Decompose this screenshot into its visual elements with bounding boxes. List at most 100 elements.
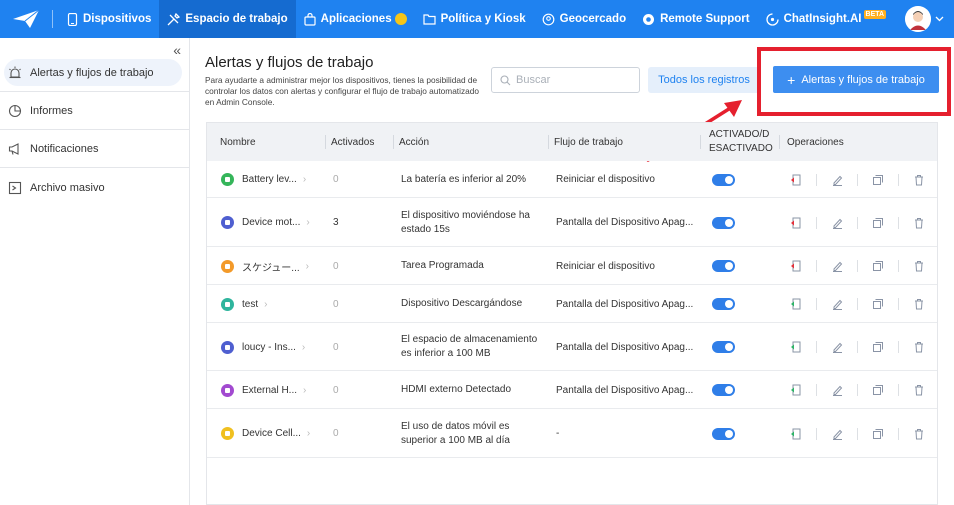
all-logs-button[interactable]: Todos los registros bbox=[648, 67, 760, 93]
column-divider bbox=[548, 135, 549, 149]
table-row: External H... › 0 HDMI externo Detectado… bbox=[207, 371, 937, 409]
nav-item-dispositivos[interactable]: Dispositivos bbox=[59, 0, 159, 38]
delete-icon[interactable] bbox=[912, 427, 926, 441]
nav-item-chatinsight[interactable]: ChatInsight.AI BETA bbox=[758, 0, 895, 38]
logo-icon[interactable] bbox=[0, 0, 52, 38]
chevron-down-icon[interactable] bbox=[935, 16, 944, 22]
search-box[interactable] bbox=[491, 67, 640, 93]
status-toggle[interactable] bbox=[712, 427, 735, 440]
row-activated-count: 0 bbox=[333, 384, 339, 396]
chevron-right-icon: › bbox=[306, 428, 311, 439]
sidebar-item-archivo-masivo[interactable]: Archivo masivo bbox=[4, 174, 182, 201]
row-operations bbox=[789, 198, 926, 247]
sidebar-item-label: Alertas y flujos de trabajo bbox=[30, 66, 154, 79]
alert-log-icon[interactable] bbox=[789, 297, 803, 311]
alert-log-icon[interactable] bbox=[789, 216, 803, 230]
edit-icon[interactable] bbox=[830, 427, 844, 441]
chevron-right-icon: › bbox=[306, 217, 310, 228]
alert-log-icon[interactable] bbox=[789, 427, 803, 441]
search-input[interactable] bbox=[516, 74, 634, 86]
nav-item-politica-kiosk[interactable]: Política y Kiosk bbox=[415, 0, 534, 38]
row-activated-count: 0 bbox=[333, 428, 339, 439]
avatar[interactable] bbox=[905, 6, 931, 32]
row-name-cell[interactable]: loucy - Ins... › bbox=[221, 323, 326, 371]
row-operations bbox=[789, 285, 926, 323]
row-name-cell[interactable]: External H... › bbox=[221, 371, 326, 409]
alert-log-icon[interactable] bbox=[789, 383, 803, 397]
alert-log-icon[interactable] bbox=[789, 173, 803, 187]
row-name: loucy - Ins... bbox=[242, 341, 296, 353]
nav-divider bbox=[52, 10, 53, 28]
sidebar-item-notificaciones[interactable]: Notificaciones bbox=[4, 135, 182, 162]
nav-item-geocercado[interactable]: Geocercado bbox=[534, 0, 634, 38]
operation-divider bbox=[898, 216, 899, 229]
row-name: External H... bbox=[242, 384, 298, 396]
edit-icon[interactable] bbox=[830, 340, 844, 354]
status-toggle[interactable] bbox=[712, 384, 735, 396]
status-toggle[interactable] bbox=[712, 260, 735, 272]
alert-log-icon[interactable] bbox=[789, 340, 803, 354]
column-divider bbox=[700, 135, 701, 149]
row-name-cell[interactable]: スケジュー... › bbox=[221, 247, 326, 285]
table-row: Device mot... › 3 El dispositivo moviénd… bbox=[207, 198, 937, 247]
delete-icon[interactable] bbox=[912, 216, 926, 230]
status-toggle[interactable] bbox=[712, 173, 735, 186]
chevron-right-icon: › bbox=[264, 298, 268, 310]
delete-icon[interactable] bbox=[912, 340, 926, 354]
nav-item-label: Remote Support bbox=[660, 13, 750, 25]
row-name-cell[interactable]: test › bbox=[221, 285, 326, 323]
row-name-cell[interactable]: Device Cell... › bbox=[221, 409, 326, 458]
nav-item-espacio-de-trabajo[interactable]: Espacio de trabajo bbox=[159, 0, 296, 38]
operation-divider bbox=[816, 216, 817, 229]
collapse-sidebar-icon[interactable]: « bbox=[173, 42, 181, 58]
tools-icon bbox=[167, 12, 181, 25]
operation-divider bbox=[898, 427, 899, 440]
row-action: Dispositivo Descargándose bbox=[401, 298, 523, 309]
edit-icon[interactable] bbox=[830, 173, 844, 187]
edit-icon[interactable] bbox=[830, 216, 844, 230]
row-name-cell[interactable]: Battery lev... › bbox=[221, 161, 326, 198]
copy-icon[interactable] bbox=[871, 297, 885, 311]
operation-divider bbox=[857, 260, 858, 272]
alert-log-icon[interactable] bbox=[789, 259, 803, 273]
nav-item-aplicaciones[interactable]: Aplicaciones bbox=[296, 0, 415, 38]
operation-divider bbox=[857, 216, 858, 229]
sidebar-item-alertas[interactable]: Alertas y flujos de trabajo bbox=[4, 59, 182, 86]
row-name: スケジュー... bbox=[242, 262, 300, 274]
copy-icon[interactable] bbox=[871, 427, 885, 441]
operation-divider bbox=[816, 427, 817, 440]
edit-icon[interactable] bbox=[830, 383, 844, 397]
nav-item-remote-support[interactable]: Remote Support bbox=[634, 0, 757, 38]
edit-icon[interactable] bbox=[830, 297, 844, 311]
delete-icon[interactable] bbox=[912, 173, 926, 187]
status-toggle[interactable] bbox=[712, 216, 735, 229]
page-description: Para ayudarte a administrar mejor los di… bbox=[205, 75, 479, 107]
table-row: Battery lev... › 0 La batería es inferio… bbox=[207, 161, 937, 198]
copy-icon[interactable] bbox=[871, 340, 885, 354]
column-header-accion: Acción bbox=[399, 136, 430, 148]
user-menu[interactable] bbox=[905, 6, 944, 32]
row-action: El uso de datos móvil es superior a 100 … bbox=[401, 420, 510, 446]
row-name-cell[interactable]: Device mot... › bbox=[221, 198, 326, 247]
sidebar-item-informes[interactable]: Informes bbox=[4, 97, 182, 124]
copy-icon[interactable] bbox=[871, 173, 885, 187]
column-header-operaciones: Operaciones bbox=[787, 136, 844, 148]
nav-item-label: Geocercado bbox=[559, 13, 627, 25]
copy-icon[interactable] bbox=[871, 216, 885, 230]
operation-divider bbox=[857, 173, 858, 186]
operation-divider bbox=[857, 427, 858, 440]
edit-icon[interactable] bbox=[830, 259, 844, 273]
delete-icon[interactable] bbox=[912, 297, 926, 311]
copy-icon[interactable] bbox=[871, 259, 885, 273]
delete-icon[interactable] bbox=[912, 259, 926, 273]
row-activated-count: 0 bbox=[333, 298, 339, 310]
status-toggle[interactable] bbox=[712, 341, 735, 353]
operation-divider bbox=[816, 173, 817, 186]
workflow-table: Nombre Activados Acción Flujo de trabajo… bbox=[206, 122, 938, 505]
beta-badge: BETA bbox=[863, 9, 887, 19]
copy-icon[interactable] bbox=[871, 383, 885, 397]
delete-icon[interactable] bbox=[912, 383, 926, 397]
row-status-toggle-cell bbox=[712, 371, 735, 409]
workflow-type-icon bbox=[221, 340, 234, 354]
status-toggle[interactable] bbox=[712, 298, 735, 310]
